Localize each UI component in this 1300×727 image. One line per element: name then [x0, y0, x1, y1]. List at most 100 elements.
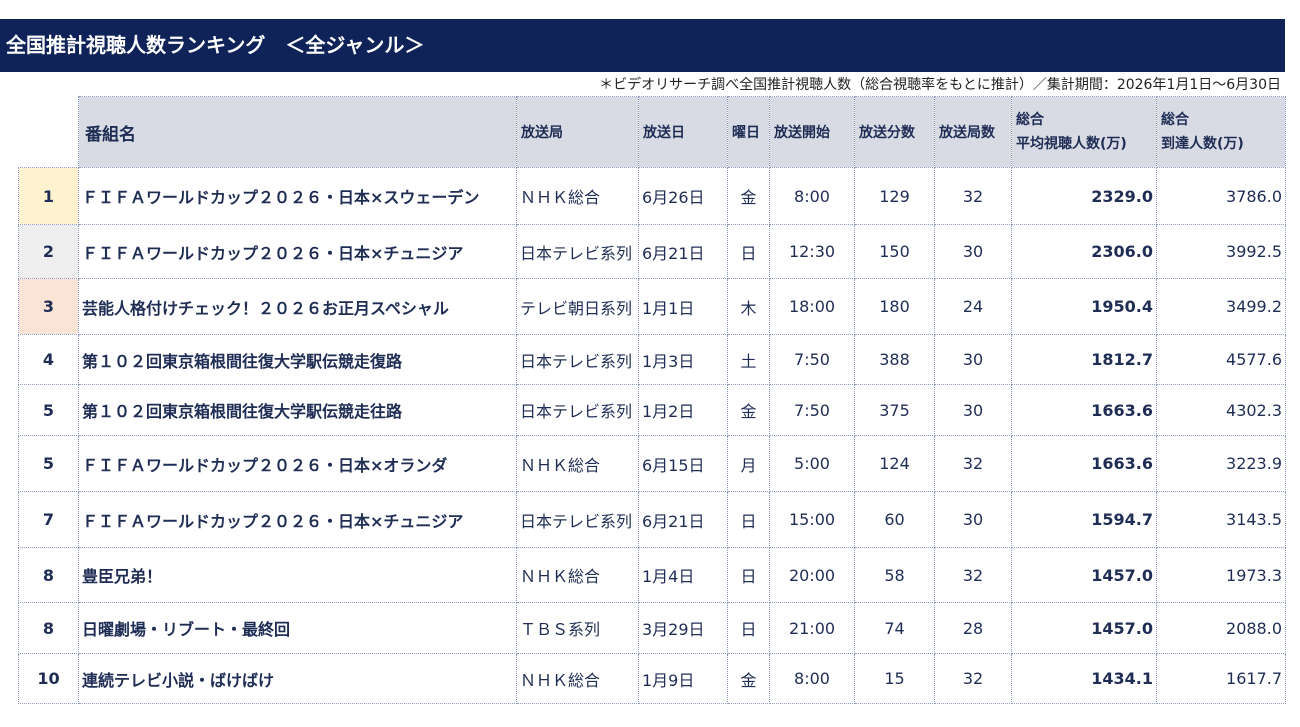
broadcast-minutes: 129 [854, 167, 935, 225]
start-time: 7:50 [769, 334, 855, 385]
avg-viewers: 1812.7 [1011, 334, 1157, 385]
broadcast-date: 6月15日 [638, 435, 728, 492]
broadcast-date: 1月3日 [638, 334, 728, 385]
broadcast-minutes: 388 [854, 334, 935, 385]
program-header: 番組名 [78, 96, 517, 168]
program-name: ＦＩＦＡワールドカップ２０２６・日本×スウェーデン [78, 167, 517, 225]
start-time: 5:00 [769, 435, 855, 492]
table-row: 1 ＦＩＦＡワールドカップ２０２６・日本×スウェーデン ＮＨＫ総合 6月26日金 8:0… [18, 167, 1286, 225]
start-time: 18:00 [769, 278, 855, 335]
avg-header-line2: 平均視聴人数(万) [1016, 136, 1127, 152]
table-row: 5 第１０２回東京箱根間往復大学駅伝競走往路 日本テレビ系列 1月2日金 7:50 375… [18, 384, 1286, 436]
broadcast-date: 1月2日 [638, 384, 728, 436]
reach-viewers: 4302.3 [1156, 384, 1286, 436]
table-row: 7 ＦＩＦＡワールドカップ２０２６・日本×チュニジア 日本テレビ系列 6月21日日 15… [18, 491, 1286, 548]
program-name: 豊臣兄弟！ [78, 547, 517, 603]
broadcast-minutes: 180 [854, 278, 935, 335]
program-name: 第１０２回東京箱根間往復大学駅伝競走復路 [78, 334, 517, 385]
avg-viewers: 2306.0 [1011, 224, 1157, 279]
start-time: 8:00 [769, 653, 855, 704]
table-row: 8 豊臣兄弟！ ＮＨＫ総合 1月4日日 20:00 58 32 1457.0 1973.3 [18, 547, 1286, 603]
weekday: 金 [727, 653, 770, 704]
start-header: 放送開始 [769, 96, 855, 168]
broadcast-date: 1月1日 [638, 278, 728, 335]
header-row: 番組名 放送局 放送日 曜日 放送開始 放送分数 放送局数 総合 平均視聴人数(万… [18, 96, 1286, 168]
weekday: 日 [727, 224, 770, 279]
avg-viewers: 1594.7 [1011, 491, 1157, 548]
date-header: 放送日 [638, 96, 728, 168]
rank-cell: 10 [18, 653, 79, 704]
station-count: 30 [934, 491, 1012, 548]
table-row: 10 連続テレビ小説・ばけばけ ＮＨＫ総合 1月9日金 8:00 15 32 1434.1 16… [18, 653, 1286, 704]
rank-cell: 8 [18, 547, 79, 603]
rank-cell: 7 [18, 491, 79, 548]
avg-viewers: 1950.4 [1011, 278, 1157, 335]
avg-viewers: 1457.0 [1011, 602, 1157, 654]
program-name: 連続テレビ小説・ばけばけ [78, 653, 517, 704]
reach-viewers: 1617.7 [1156, 653, 1286, 704]
program-name: ＦＩＦＡワールドカップ２０２６・日本×チュニジア [78, 224, 517, 279]
weekday: 土 [727, 334, 770, 385]
weekday: 金 [727, 167, 770, 225]
station-count: 32 [934, 435, 1012, 492]
rank-cell: 1 [18, 167, 79, 225]
station-count: 30 [934, 224, 1012, 279]
weekday: 月 [727, 435, 770, 492]
reach-header: 総合 到達人数(万) [1156, 96, 1286, 168]
reach-viewers: 3992.5 [1156, 224, 1286, 279]
broadcast-date: 1月4日 [638, 547, 728, 603]
avg-viewers-header: 総合平均視聴人数(万) [1011, 96, 1157, 168]
broadcast-date: 1月9日 [638, 653, 728, 704]
broadcast-date: 6月26日 [638, 167, 728, 225]
broadcast-minutes: 58 [854, 547, 935, 603]
reach-viewers: 1973.3 [1156, 547, 1286, 603]
weekday: 金 [727, 384, 770, 436]
start-time: 7:50 [769, 384, 855, 436]
broadcast-minutes: 15 [854, 653, 935, 704]
station-name: 日本テレビ系列 [516, 384, 639, 436]
start-time: 8:00 [769, 167, 855, 225]
table-row: 2 ＦＩＦＡワールドカップ２０２６・日本×チュニジア 日本テレビ系列 6月21日日 12… [18, 224, 1286, 279]
avg-viewers: 2329.0 [1011, 167, 1157, 225]
weekday: 日 [727, 602, 770, 654]
station-count: 30 [934, 334, 1012, 385]
station-name: ＮＨＫ総合 [516, 547, 639, 603]
station-name: 日本テレビ系列 [516, 224, 639, 279]
rank-header [18, 96, 79, 168]
broadcast-minutes: 375 [854, 384, 935, 436]
station-name: ＮＨＫ総合 [516, 167, 639, 225]
station-count: 32 [934, 547, 1012, 603]
program-name: ＦＩＦＡワールドカップ２０２６・日本×オランダ [78, 435, 517, 492]
station-count: 24 [934, 278, 1012, 335]
broadcast-minutes: 74 [854, 602, 935, 654]
program-name: 日曜劇場・リブート・最終回 [78, 602, 517, 654]
station-count: 32 [934, 167, 1012, 225]
start-time: 21:00 [769, 602, 855, 654]
stations-count-header: 放送局数 [934, 96, 1012, 168]
broadcast-date: 6月21日 [638, 224, 728, 279]
broadcast-minutes: 124 [854, 435, 935, 492]
avg-header-line1: 総合 [1016, 112, 1044, 128]
avg-viewers: 1663.6 [1011, 435, 1157, 492]
minutes-header: 放送分数 [854, 96, 935, 168]
ranking-table: 番組名 放送局 放送日 曜日 放送開始 放送分数 放送局数 総合 平均視聴人数(万… [18, 96, 1286, 704]
station-name: テレビ朝日系列 [516, 278, 639, 335]
broadcast-minutes: 60 [854, 491, 935, 548]
program-name: 第１０２回東京箱根間往復大学駅伝競走往路 [78, 384, 517, 436]
rank-cell: 5 [18, 384, 79, 436]
station-name: 日本テレビ系列 [516, 491, 639, 548]
rank-cell: 4 [18, 334, 79, 385]
table-row: 3 芸能人格付けチェック！２０２６お正月スペシャル テレビ朝日系列 1月1日木 18:0… [18, 278, 1286, 335]
reach-viewers: 3499.2 [1156, 278, 1286, 335]
reach-viewers: 4577.6 [1156, 334, 1286, 385]
weekday-header: 曜日 [727, 96, 770, 168]
page-title: 全国推計視聴人数ランキング ＜全ジャンル＞ [0, 19, 1285, 72]
program-name: 芸能人格付けチェック！２０２６お正月スペシャル [78, 278, 517, 335]
program-name: ＦＩＦＡワールドカップ２０２６・日本×チュニジア [78, 491, 517, 548]
broadcast-date: 3月29日 [638, 602, 728, 654]
station-name: ＮＨＫ総合 [516, 653, 639, 704]
reach-viewers: 2088.0 [1156, 602, 1286, 654]
broadcast-minutes: 150 [854, 224, 935, 279]
weekday: 日 [727, 491, 770, 548]
station-count: 32 [934, 653, 1012, 704]
